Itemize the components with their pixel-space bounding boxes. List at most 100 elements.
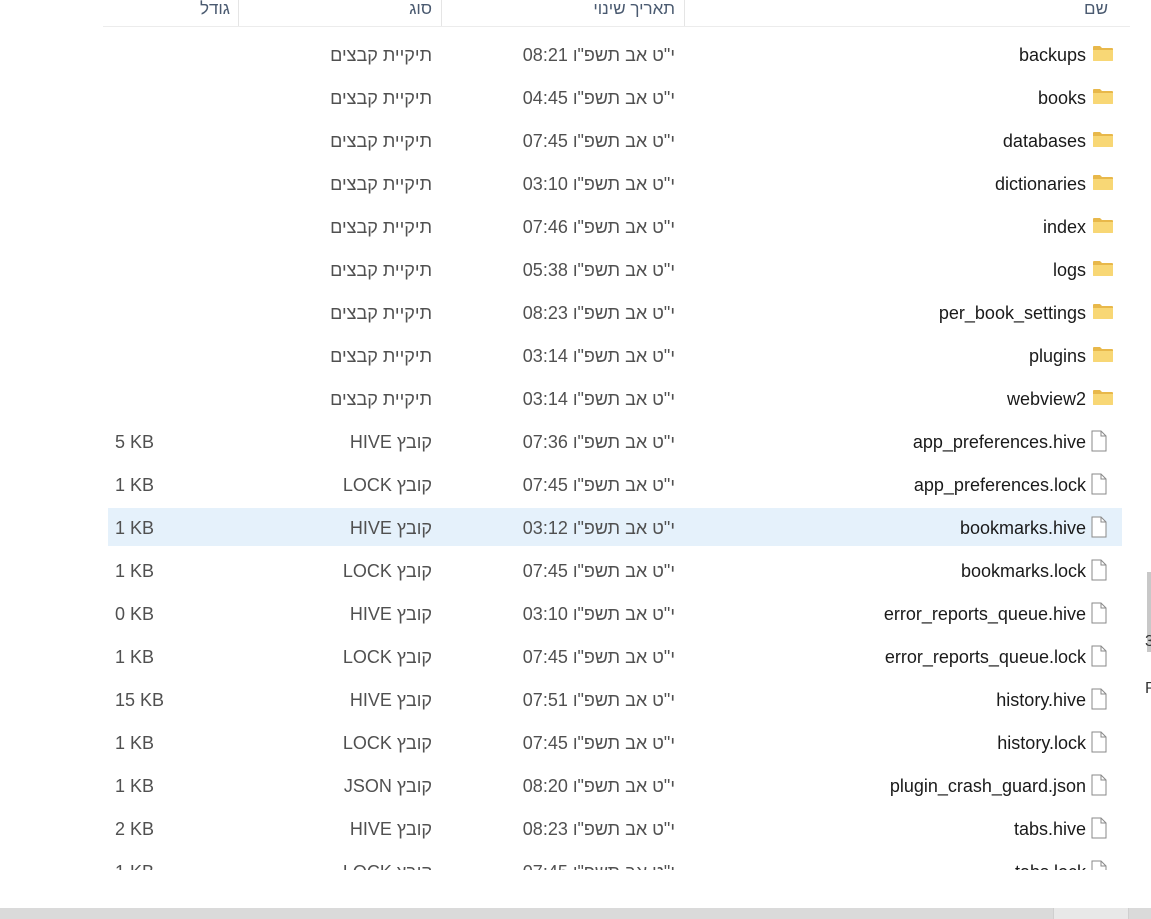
file-date: י"ט אב תשפ"ו 07:36 xyxy=(522,432,675,452)
file-row[interactable]: backups י"ט אב תשפ"ו 08:21 תיקיית קבצים xyxy=(108,35,1122,73)
file-type: תיקיית קבצים xyxy=(330,260,432,280)
file-name: books xyxy=(1037,88,1086,108)
file-row[interactable]: books י"ט אב תשפ"ו 04:45 תיקיית קבצים xyxy=(108,78,1122,116)
file-type: תיקיית קבצים xyxy=(330,45,432,65)
edge-glyph: 3 xyxy=(1145,633,1151,650)
file-row[interactable]: app_preferences.lock י"ט אב תשפ"ו 07:45 קו… xyxy=(108,465,1122,503)
column-header-type[interactable]: סוג xyxy=(409,0,432,26)
file-row[interactable]: webview2 י"ט אב תשפ"ו 03:14 תיקיית קבצים xyxy=(108,379,1122,417)
file-row[interactable]: tabs.hive י"ט אב תשפ"ו 08:23 קובץ HIVE 2 KB xyxy=(108,809,1122,847)
file-row[interactable]: per_book_settings י"ט אב תשפ"ו 08:23 תיקיי… xyxy=(108,293,1122,331)
bottom-scrollbar-thumb[interactable] xyxy=(1053,908,1129,919)
file-icon xyxy=(1090,731,1112,753)
file-row[interactable]: bookmarks.hive י"ט אב תשפ"ו 03:12 קובץ HIV… xyxy=(108,508,1122,546)
column-divider[interactable] xyxy=(238,0,239,26)
file-name: tabs.lock xyxy=(1015,852,1086,870)
file-date: י"ט אב תשפ"ו 07:45 xyxy=(522,647,675,667)
file-date: י"ט אב תשפ"ו 03:10 xyxy=(522,604,675,624)
file-row[interactable]: history.hive י"ט אב תשפ"ו 07:51 קובץ HIVE 1… xyxy=(108,680,1122,718)
file-name: plugin_crash_guard.json xyxy=(889,776,1086,796)
file-type: תיקיית קבצים xyxy=(330,131,432,151)
file-icon xyxy=(1090,602,1112,624)
file-type: קובץ LOCK xyxy=(342,647,432,667)
column-header-size[interactable]: גודל xyxy=(200,0,230,26)
file-icon xyxy=(1090,645,1112,667)
file-type: קובץ LOCK xyxy=(342,733,432,753)
folder-icon xyxy=(1092,173,1114,193)
file-date: י"ט אב תשפ"ו 05:38 xyxy=(522,260,675,280)
file-row[interactable]: tabs.lock י"ט אב תשפ"ו 07:45 קובץ LOCK 1 KB xyxy=(108,852,1122,870)
file-name: dictionaries xyxy=(994,174,1086,194)
file-type: קובץ HIVE xyxy=(349,518,432,538)
file-size: 5 KB xyxy=(115,432,155,452)
file-type: תיקיית קבצים xyxy=(330,88,432,108)
file-name: error_reports_queue.lock xyxy=(884,647,1086,667)
column-header-date[interactable]: תאריך שינוי xyxy=(593,0,675,26)
file-date: י"ט אב תשפ"ו 07:45 xyxy=(522,475,675,495)
bottom-scrollbar[interactable] xyxy=(0,908,1151,919)
folder-icon xyxy=(1092,259,1114,279)
file-name: history.hive xyxy=(996,690,1086,710)
folder-icon xyxy=(1092,87,1114,107)
file-row[interactable]: app_preferences.hive י"ט אב תשפ"ו 07:36 קו… xyxy=(108,422,1122,460)
file-size: 1 KB xyxy=(115,647,155,667)
file-row[interactable]: plugins י"ט אב תשפ"ו 03:14 תיקיית קבצים xyxy=(108,336,1122,374)
file-type: תיקיית קבצים xyxy=(330,174,432,194)
column-divider[interactable] xyxy=(684,0,685,26)
file-icon xyxy=(1090,559,1112,581)
file-row[interactable]: history.lock י"ט אב תשפ"ו 07:45 קובץ LOCK 1… xyxy=(108,723,1122,761)
file-type: תיקיית קבצים xyxy=(330,303,432,323)
file-icon xyxy=(1090,860,1112,870)
file-row[interactable]: databases י"ט אב תשפ"ו 07:45 תיקיית קבצים xyxy=(108,121,1122,159)
file-date: י"ט אב תשפ"ו 03:10 xyxy=(522,174,675,194)
file-size: 0 KB xyxy=(115,604,155,624)
file-date: י"ט אב תשפ"ו 07:45 xyxy=(523,852,675,870)
file-row[interactable]: plugin_crash_guard.json י"ט אב תשפ"ו 08:2… xyxy=(108,766,1122,804)
folder-icon xyxy=(1092,302,1114,322)
file-row[interactable]: error_reports_queue.lock י"ט אב תשפ"ו 07:… xyxy=(108,637,1122,675)
folder-icon xyxy=(1092,388,1114,408)
file-name: backups xyxy=(1018,45,1086,65)
file-row[interactable]: logs י"ט אב תשפ"ו 05:38 תיקיית קבצים xyxy=(108,250,1122,288)
file-date: י"ט אב תשפ"ו 07:45 xyxy=(522,733,675,753)
file-type: קובץ HIVE xyxy=(349,819,432,839)
file-row[interactable]: index י"ט אב תשפ"ו 07:46 תיקיית קבצים xyxy=(108,207,1122,245)
file-icon xyxy=(1090,817,1112,839)
file-date: י"ט אב תשפ"ו 08:20 xyxy=(522,776,675,796)
file-date: י"ט אב תשפ"ו 03:12 xyxy=(522,518,675,538)
file-name: logs xyxy=(1052,260,1086,280)
folder-icon xyxy=(1092,345,1114,365)
file-type: תיקיית קבצים xyxy=(330,389,432,409)
folder-icon xyxy=(1092,44,1114,64)
file-icon xyxy=(1090,430,1112,452)
file-list-pane: שם תאריך שינוי סוג גודל backups י"ט אב תש… xyxy=(0,0,1130,870)
column-divider[interactable] xyxy=(441,0,442,26)
file-row[interactable]: bookmarks.lock י"ט אב תשפ"ו 07:45 קובץ LOC… xyxy=(108,551,1122,589)
file-size: 15 KB xyxy=(115,690,165,710)
file-type: קובץ HIVE xyxy=(349,432,432,452)
file-date: י"ט אב תשפ"ו 03:14 xyxy=(522,389,675,409)
file-icon xyxy=(1090,688,1112,710)
file-name: bookmarks.lock xyxy=(960,561,1086,581)
folder-icon xyxy=(1092,130,1114,150)
file-name: app_preferences.lock xyxy=(913,475,1086,495)
file-date: י"ט אב תשפ"ו 07:51 xyxy=(522,690,675,710)
file-name: app_preferences.hive xyxy=(912,432,1086,452)
file-icon xyxy=(1090,774,1112,796)
right-edge-area xyxy=(1130,0,1151,870)
file-name: tabs.hive xyxy=(1013,819,1086,839)
file-icon xyxy=(1090,516,1112,538)
file-size: 1 KB xyxy=(115,776,155,796)
file-type: קובץ LOCK xyxy=(343,852,432,870)
file-row[interactable]: error_reports_queue.hive י"ט אב תשפ"ו 03:… xyxy=(108,594,1122,632)
file-icon xyxy=(1090,473,1112,495)
file-row[interactable]: dictionaries י"ט אב תשפ"ו 03:10 תיקיית קבצ… xyxy=(108,164,1122,202)
file-name: plugins xyxy=(1028,346,1086,366)
file-name: databases xyxy=(1002,131,1086,151)
file-size: 1 KB xyxy=(115,561,155,581)
file-date: י"ט אב תשפ"ו 03:14 xyxy=(522,346,675,366)
file-type: קובץ LOCK xyxy=(342,475,432,495)
column-header-name[interactable]: שם xyxy=(1084,0,1108,26)
file-date: י"ט אב תשפ"ו 07:45 xyxy=(522,131,675,151)
file-size: 1 KB xyxy=(115,733,155,753)
